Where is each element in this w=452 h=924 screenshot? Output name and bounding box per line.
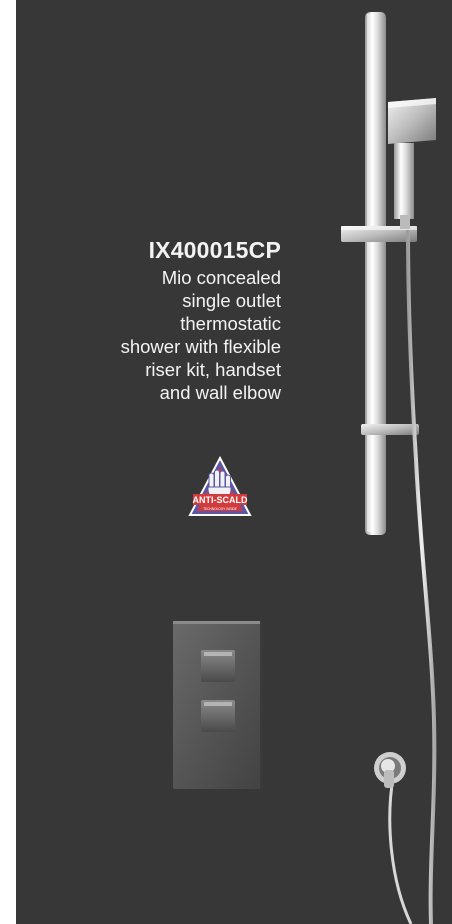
- flexible-hose: [406, 229, 437, 924]
- product-description: Mio concealed single outlet thermostatic…: [120, 267, 281, 403]
- wall-elbow: [374, 752, 406, 788]
- badge-label: ANTI-SCALD: [193, 495, 248, 505]
- thermostatic-valve-plate: [173, 621, 263, 789]
- badge-sublabel: TECHNOLOGY INSIDE: [203, 507, 237, 511]
- product-info: IX400015CP Mio concealed single outlet t…: [16, 236, 281, 404]
- slider-bracket-bottom: [361, 424, 419, 435]
- anti-scald-badge: ANTI-SCALD TECHNOLOGY INSIDE: [188, 455, 252, 516]
- product-panel: IX400015CP Mio concealed single outlet t…: [16, 0, 452, 924]
- square-handset: [388, 98, 436, 229]
- product-code: IX400015CP: [148, 237, 281, 263]
- riser-rail: [365, 12, 386, 535]
